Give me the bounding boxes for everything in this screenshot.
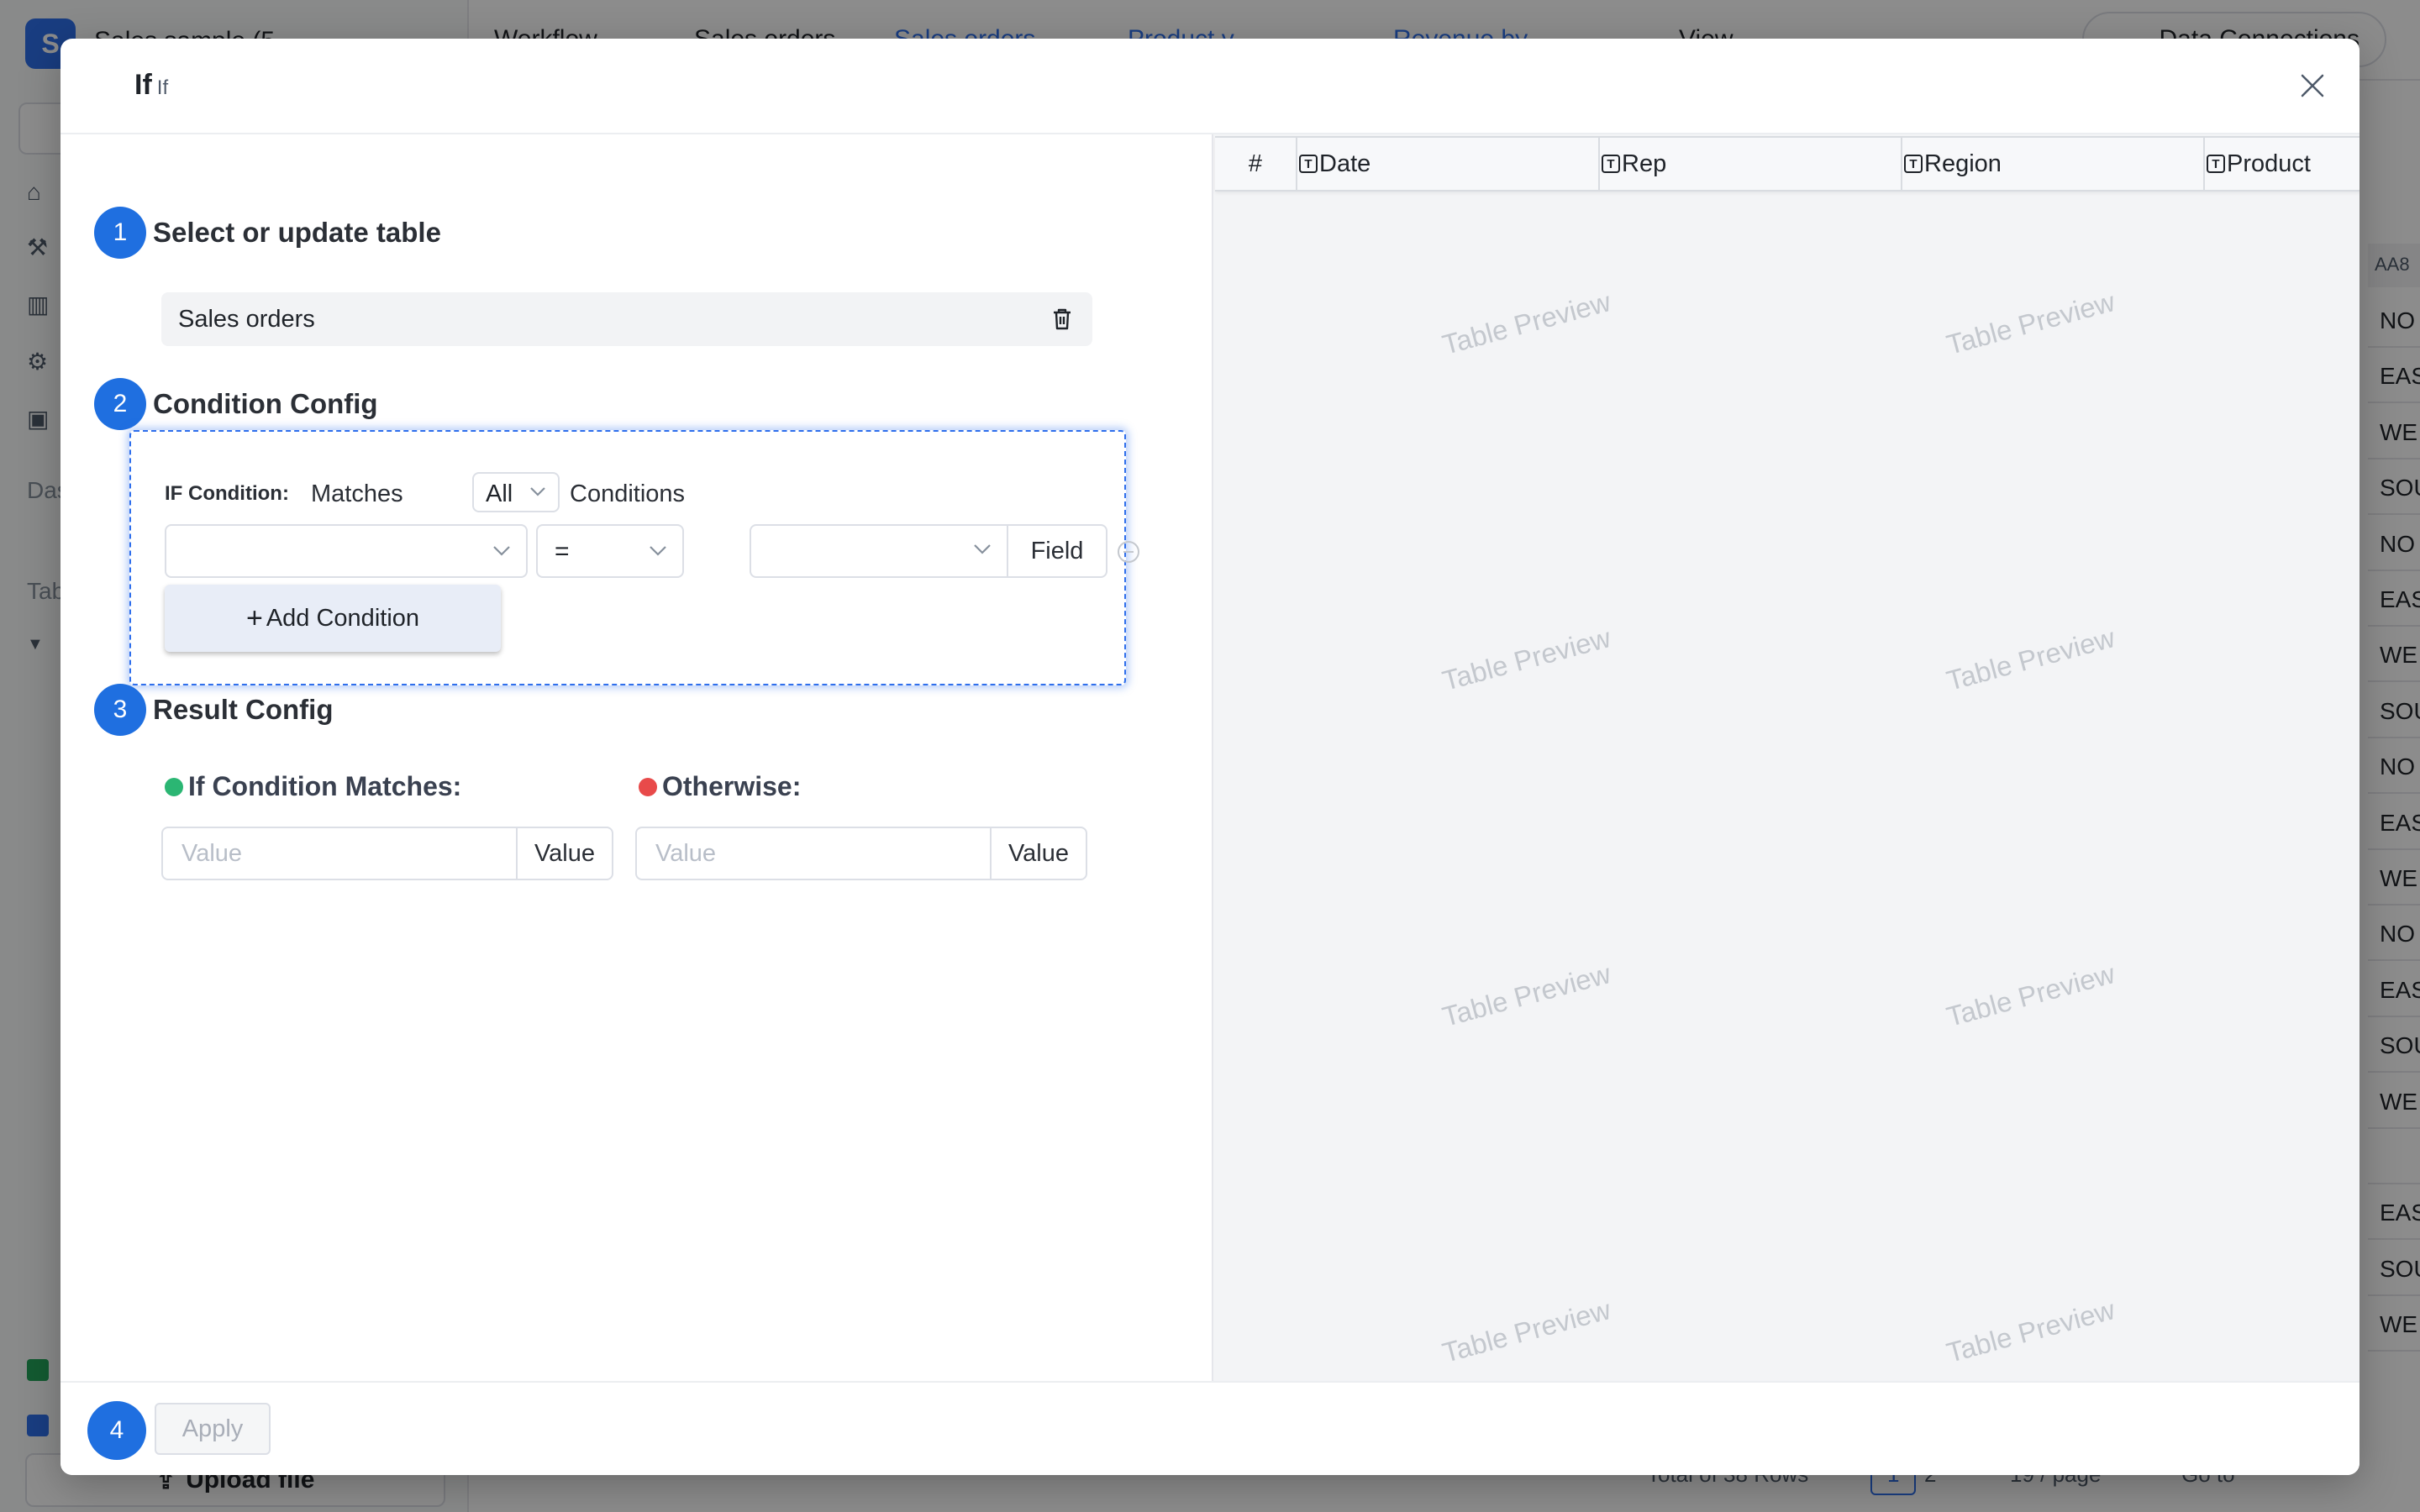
match-value-input[interactable] — [163, 828, 516, 879]
chevron-down-icon — [650, 546, 666, 556]
minus-circle-icon — [1118, 541, 1139, 563]
step-2-title: Condition Config — [153, 388, 378, 419]
condition-config-box: IF Condition: Matches All Conditions = F… — [129, 430, 1139, 685]
condition-value-group: Field — [750, 524, 1107, 578]
match-value-group: Value — [161, 827, 613, 880]
modal-subtitle: If — [156, 76, 169, 99]
text-type-icon: T — [1299, 155, 1318, 173]
text-type-icon: T — [1904, 155, 1923, 173]
preview-watermark: Table Preview — [1439, 622, 1614, 696]
if-condition-label: IF Condition: — [165, 482, 289, 505]
operator-value: = — [555, 538, 570, 565]
chevron-down-icon — [530, 487, 545, 496]
field-toggle-button[interactable]: Field — [1007, 526, 1106, 576]
otherwise-value-input[interactable] — [637, 828, 990, 879]
otherwise-value-type-button[interactable]: Value — [990, 828, 1086, 879]
preview-col-date: T Date — [1297, 138, 1600, 190]
modal-header: If If — [60, 39, 2360, 134]
step-3-badge: 3 — [94, 684, 146, 736]
modal-title: If If — [134, 69, 169, 101]
plus-icon: + — [245, 602, 263, 634]
step-3-title: Result Config — [153, 694, 334, 725]
remove-condition-button[interactable] — [1116, 539, 1141, 564]
add-condition-button[interactable]: + Add Condition — [165, 585, 501, 652]
matches-label: Matches — [311, 480, 403, 507]
preview-col-product: T Product — [2205, 138, 2360, 190]
preview-watermark: Table Preview — [1439, 286, 1614, 360]
selected-table: Sales orders — [178, 306, 315, 333]
chevron-down-icon — [974, 544, 991, 554]
condition-operator-select[interactable]: = — [536, 524, 684, 578]
condition-field-select[interactable] — [165, 524, 528, 578]
close-icon — [2301, 74, 2324, 97]
match-value-type-button[interactable]: Value — [516, 828, 612, 879]
match-status-dot — [165, 777, 183, 796]
preview-col-region: T Region — [1902, 138, 2205, 190]
step-1-title: Select or update table — [153, 217, 441, 248]
preview-watermark: Table Preview — [1943, 958, 2118, 1032]
preview-watermark: Table Preview — [1943, 622, 2118, 696]
chevron-down-icon — [493, 546, 510, 556]
conditions-label: Conditions — [570, 480, 686, 507]
config-pane: 1 Select or update table Sales orders 2 … — [60, 134, 1212, 1381]
step-1-badge: 1 — [94, 207, 146, 259]
condition-value-select[interactable] — [751, 526, 1007, 576]
if-modal: If If 1 Select or update table Sales orde… — [60, 39, 2360, 1475]
preview-header: # T Date T Rep T Region T Product — [1215, 136, 2360, 192]
preview-watermark: Table Preview — [1943, 1294, 2118, 1368]
otherwise-value-group: Value — [635, 827, 1087, 880]
match-mode-value: All — [486, 480, 513, 507]
preview-col-index: # — [1215, 138, 1297, 190]
step-4-badge: 4 — [87, 1401, 146, 1460]
if-matches-label: If Condition Matches: — [165, 771, 461, 802]
close-button[interactable] — [2291, 64, 2334, 108]
preview-watermark: Table Preview — [1943, 286, 2118, 360]
trash-icon — [1054, 308, 1071, 330]
match-mode-select[interactable]: All — [472, 472, 560, 512]
step-2-badge: 2 — [94, 378, 146, 430]
otherwise-status-dot — [639, 777, 657, 796]
apply-button[interactable]: Apply — [155, 1403, 271, 1455]
table-select[interactable]: Sales orders — [161, 292, 1092, 346]
text-type-icon: T — [1602, 155, 1620, 173]
preview-watermark: Table Preview — [1439, 1294, 1614, 1368]
preview-watermark: Table Preview — [1439, 958, 1614, 1032]
delete-table-button[interactable] — [1047, 304, 1077, 334]
modal-footer: 4 Apply — [60, 1381, 2360, 1475]
text-type-icon: T — [2207, 155, 2225, 173]
table-preview-pane: # T Date T Rep T Region T Product Table Prev… — [1212, 134, 2360, 1381]
otherwise-label: Otherwise: — [639, 771, 801, 802]
preview-col-rep: T Rep — [1600, 138, 1902, 190]
